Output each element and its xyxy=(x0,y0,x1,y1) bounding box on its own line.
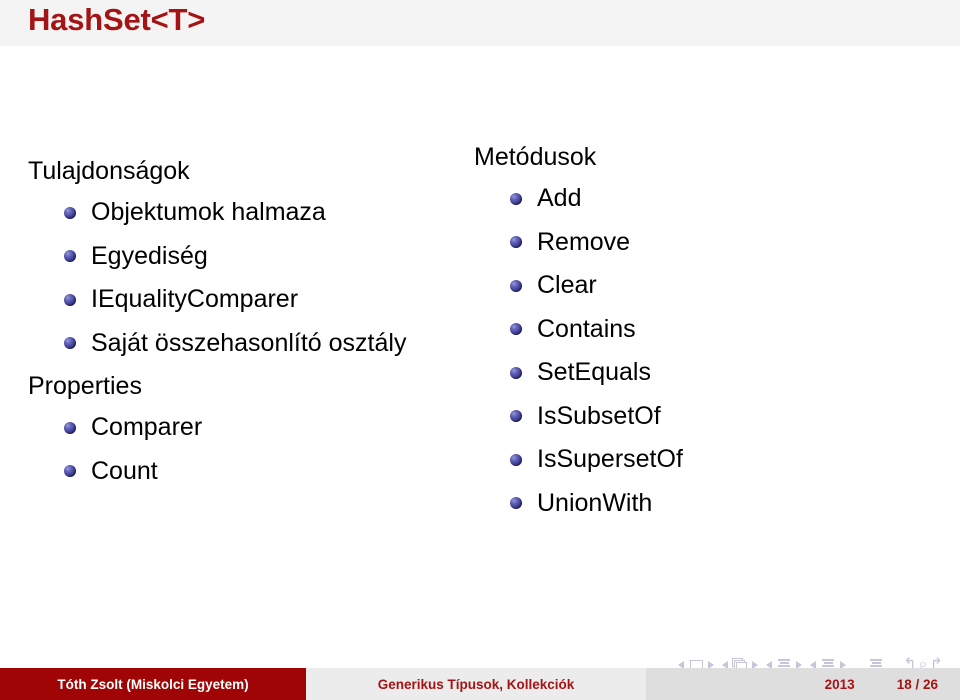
left-column: Tulajdonságok Objektumok halmaza Egyedis… xyxy=(0,46,470,493)
list-item-label: UnionWith xyxy=(537,488,653,517)
list-item-label: IsSubsetOf xyxy=(537,401,661,430)
list-item-label: Clear xyxy=(537,271,597,299)
list-item: Clear xyxy=(504,264,950,308)
block-heading-properties-hu: Tulajdonságok xyxy=(28,157,190,185)
list-item-label: Saját összehasonlító osztály xyxy=(91,328,407,357)
bullet-ball-icon xyxy=(64,250,76,263)
list-item: IsSubsetOf xyxy=(504,395,950,439)
bullet-ball-icon xyxy=(510,366,522,379)
bullet-ball-icon xyxy=(510,497,522,510)
bullet-ball-icon xyxy=(510,453,522,466)
list-item-label: Egyediség xyxy=(91,241,208,270)
slide-content-area: Tulajdonságok Objektumok halmaza Egyedis… xyxy=(0,46,960,640)
list-item: Count xyxy=(58,450,470,494)
bullet-ball-icon xyxy=(510,192,522,205)
bullet-ball-icon xyxy=(510,323,522,336)
bullet-ball-icon xyxy=(64,206,76,219)
list-item: SetEquals xyxy=(504,351,950,395)
bullet-ball-icon xyxy=(510,279,522,292)
list-item-label: Contains xyxy=(537,314,636,343)
list-item-label: Remove xyxy=(537,227,631,256)
footer-page-number: 18 / 26 xyxy=(896,676,938,692)
list-item-label: Comparer xyxy=(91,413,203,441)
list-item: Contains xyxy=(504,308,950,352)
list-item: Remove xyxy=(504,221,950,265)
list-item: IEqualityComparer xyxy=(58,278,470,322)
list-item-label: Objektumok halmaza xyxy=(91,198,326,226)
page-title: HashSet<T> xyxy=(28,2,206,37)
list-item: Saját összehasonlító osztály xyxy=(58,322,470,366)
bullet-ball-icon xyxy=(510,236,522,249)
list-item-label: IsSupersetOf xyxy=(537,445,683,473)
list-item-label: Add xyxy=(537,184,582,212)
list-item: Objektumok halmaza xyxy=(58,191,470,235)
list-item: UnionWith xyxy=(504,482,950,526)
footer-bar: Tóth Zsolt (Miskolci Egyetem) Generikus … xyxy=(0,668,960,700)
left-list-properties: Comparer Count xyxy=(58,406,470,493)
bullet-ball-icon xyxy=(64,421,76,434)
bullet-ball-icon xyxy=(64,293,76,306)
block-heading-methods: Metódusok xyxy=(474,143,597,171)
list-item: IsSupersetOf xyxy=(504,438,950,482)
list-item-label: SetEquals xyxy=(537,358,651,386)
footer-year: 2013 xyxy=(824,676,855,692)
footer-topic: Generikus Típusok, Kollekciók xyxy=(306,668,646,700)
list-item-label: IEqualityComparer xyxy=(91,285,299,313)
bullet-ball-icon xyxy=(64,337,76,350)
bullet-ball-icon xyxy=(510,410,522,423)
footer-meta: 2013 18 / 26 xyxy=(646,668,960,700)
list-item: Egyediség xyxy=(58,235,470,279)
list-item-label: Count xyxy=(91,456,158,485)
right-column: Metódusok Add Remove Clear Contains SetE… xyxy=(470,46,950,525)
list-item: Add xyxy=(504,177,950,221)
list-item: Comparer xyxy=(58,406,470,450)
footer-author: Tóth Zsolt (Miskolci Egyetem) xyxy=(0,668,306,700)
right-list-metodusok: Add Remove Clear Contains SetEquals IsSu… xyxy=(504,177,950,525)
bullet-ball-icon xyxy=(64,465,76,478)
left-list-tulajdonsagok: Objektumok halmaza Egyediség IEqualityCo… xyxy=(58,191,470,365)
block-heading-properties: Properties xyxy=(28,372,142,400)
slide-title-band: HashSet<T> xyxy=(0,0,960,46)
